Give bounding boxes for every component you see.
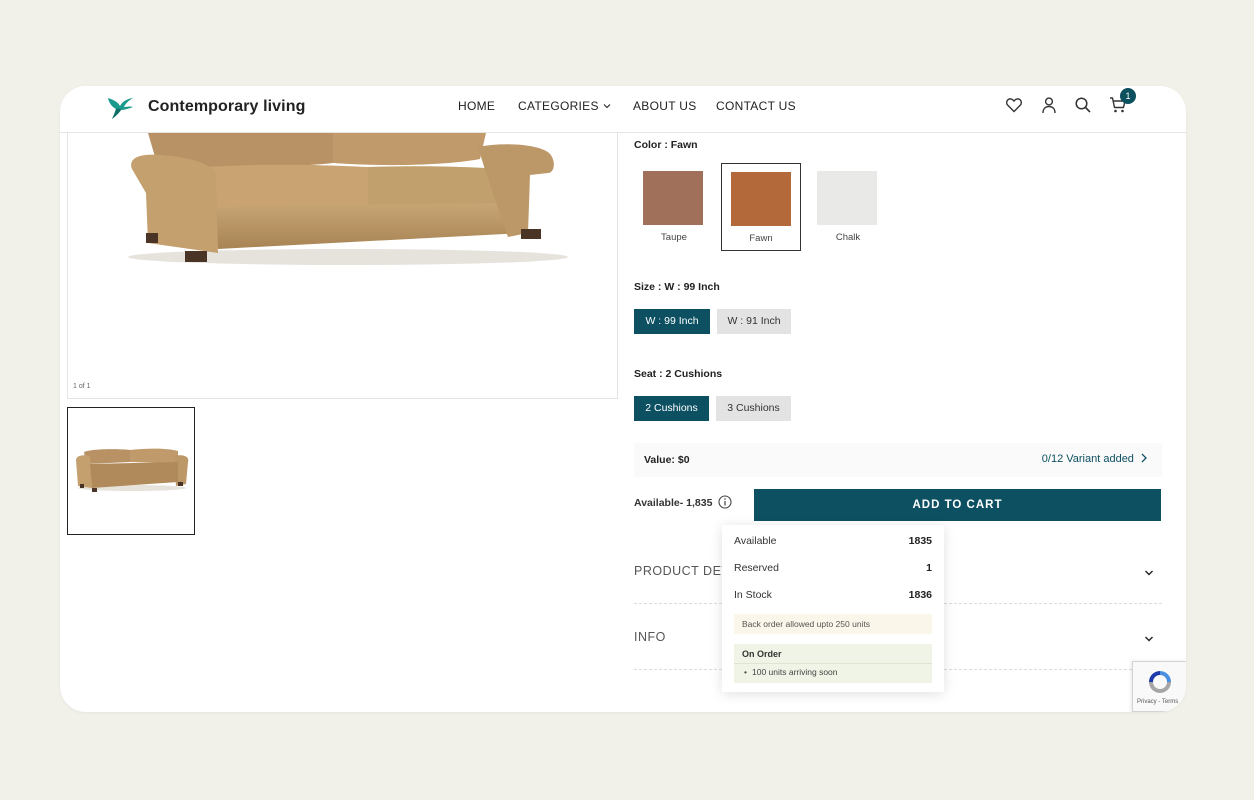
value-label: Value: $0 [644, 454, 690, 466]
recaptcha-badge[interactable]: Privacy - Terms [1132, 661, 1186, 712]
nav-contact-us[interactable]: CONTACT US [716, 99, 796, 113]
color-label: Color : Fawn [634, 139, 698, 151]
size-option-99[interactable]: W : 99 Inch [634, 309, 710, 334]
stock-popover: Available 1835 Reserved 1 In Stock 1836 … [722, 525, 944, 692]
swatch-taupe-label: Taupe [661, 232, 687, 243]
on-order-divider [734, 663, 932, 664]
user-icon[interactable] [1040, 96, 1058, 114]
recaptcha-privacy-terms[interactable]: Privacy - Terms [1137, 699, 1178, 705]
thumbnail-selected[interactable] [67, 407, 195, 535]
popover-available-label: Available [734, 535, 777, 547]
swatch-chalk-label: Chalk [835, 232, 861, 243]
availability-label: Available- 1,835 [634, 497, 713, 509]
main-product-image[interactable]: 1 of 1 [67, 133, 618, 399]
on-order-box: On Order 100 units arriving soon [734, 644, 932, 683]
swatch-fawn[interactable]: Fawn [721, 163, 801, 251]
popover-row-in-stock: In Stock 1836 [734, 589, 932, 601]
swatch-fawn-chip [731, 172, 791, 226]
seat-option-2-cushions[interactable]: 2 Cushions [634, 396, 709, 421]
backorder-note: Back order allowed upto 250 units [734, 614, 932, 634]
nav-categories[interactable]: CATEGORIES [518, 99, 612, 113]
popover-available-value: 1835 [908, 535, 932, 547]
nav-about-us[interactable]: ABOUT US [633, 99, 697, 113]
cart-count-badge: 1 [1120, 88, 1136, 104]
value-row: Value: $0 0/12 Variant added [634, 443, 1162, 477]
popover-reserved-label: Reserved [734, 562, 779, 574]
brand-name[interactable]: Contemporary living [148, 98, 305, 116]
page-card: Contemporary living HOME CATEGORIES ABOU… [60, 86, 1186, 712]
top-navbar: Contemporary living HOME CATEGORIES ABOU… [60, 86, 1186, 133]
on-order-title: On Order [742, 649, 782, 659]
size-option-91[interactable]: W : 91 Inch [717, 309, 791, 334]
chevron-down-icon [603, 104, 611, 109]
chevron-down-icon [1145, 636, 1153, 642]
chevron-right-icon [1141, 453, 1147, 463]
search-icon[interactable] [1074, 96, 1092, 114]
hummingbird-logo-icon[interactable] [106, 94, 136, 120]
variant-added-text: 0/12 Variant added [1041, 453, 1134, 465]
nav-home[interactable]: HOME [458, 99, 495, 113]
add-to-cart-button[interactable]: ADD TO CART [754, 489, 1161, 521]
popover-reserved-value: 1 [926, 562, 932, 574]
popover-in-stock-label: In Stock [734, 589, 772, 601]
sofa-thumbnail-image [76, 448, 189, 492]
variant-added-link[interactable]: 0/12 Variant added [1042, 453, 1148, 465]
popover-in-stock-value: 1836 [908, 589, 932, 601]
image-counter: 1 of 1 [73, 383, 91, 390]
heart-icon[interactable] [1005, 96, 1023, 114]
info-icon[interactable] [718, 495, 732, 509]
swatch-taupe-chip [643, 171, 703, 225]
seat-option-3-cushions[interactable]: 3 Cushions [716, 396, 791, 421]
popover-row-available: Available 1835 [734, 535, 932, 547]
popover-row-reserved: Reserved 1 [734, 562, 932, 574]
swatch-taupe[interactable]: Taupe [634, 163, 714, 251]
size-label: Size : W : 99 Inch [634, 281, 720, 293]
chevron-down-icon [1145, 570, 1153, 576]
sofa-image [128, 133, 568, 265]
swatch-chalk[interactable]: Chalk [808, 163, 888, 251]
swatch-chalk-chip [817, 171, 877, 225]
seat-label: Seat : 2 Cushions [634, 368, 723, 380]
on-order-item: 100 units arriving soon [744, 667, 838, 677]
nav-categories-label: CATEGORIES [518, 99, 599, 113]
recaptcha-icon [1149, 671, 1171, 693]
swatch-fawn-label: Fawn [749, 233, 773, 244]
accordion-info-title: INFO [634, 630, 666, 644]
